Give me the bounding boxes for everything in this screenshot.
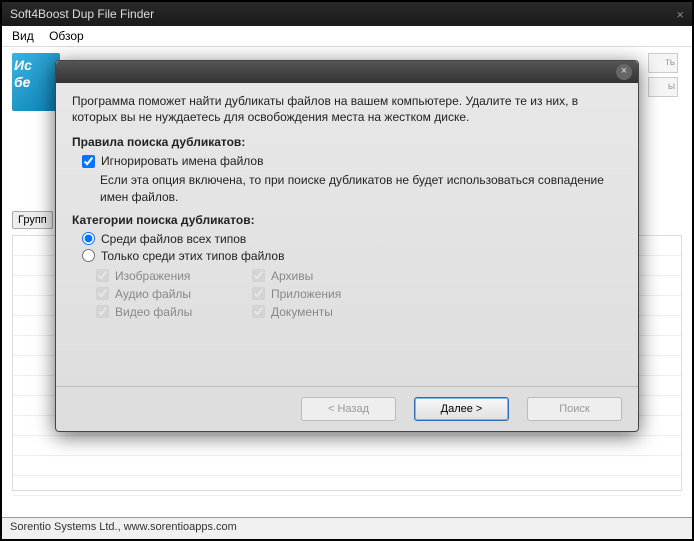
- ft-images: Изображения: [96, 269, 236, 283]
- dialog-close-icon[interactable]: ×: [616, 64, 632, 80]
- group-row: Групп: [12, 211, 53, 229]
- dialog-button-row: < Назад Далее > Поиск: [56, 386, 638, 431]
- radio-all-input[interactable]: [82, 232, 95, 245]
- ft-audio-cb: [96, 287, 109, 300]
- table-row: [13, 436, 681, 456]
- ft-audio: Аудио файлы: [96, 287, 236, 301]
- menu-browse[interactable]: Обзор: [49, 29, 84, 43]
- ft-video-label: Видео файлы: [115, 305, 192, 319]
- menubar: Вид Обзор: [2, 26, 692, 47]
- search-button: Поиск: [527, 397, 622, 421]
- ft-archives-cb: [252, 269, 265, 282]
- ft-video-cb: [96, 305, 109, 318]
- ft-apps: Приложения: [252, 287, 392, 301]
- close-icon[interactable]: ×: [676, 7, 684, 22]
- filetype-grid: Изображения Архивы Аудио файлы Приложени…: [96, 269, 622, 319]
- titlebar: Soft4Boost Dup File Finder ×: [2, 2, 692, 26]
- ft-archives-label: Архивы: [271, 269, 313, 283]
- rules-heading: Правила поиска дубликатов:: [72, 135, 622, 149]
- menu-view[interactable]: Вид: [12, 29, 34, 43]
- dialog-titlebar: ×: [56, 61, 638, 83]
- back-button: < Назад: [301, 397, 396, 421]
- radio-all-label: Среди файлов всех типов: [101, 232, 246, 246]
- ignore-names-checkbox[interactable]: Игнорировать имена файлов: [82, 154, 622, 168]
- ft-images-label: Изображения: [115, 269, 190, 283]
- app-title: Soft4Boost Dup File Finder: [10, 7, 154, 21]
- table-row: [13, 456, 681, 476]
- ft-docs-cb: [252, 305, 265, 318]
- ft-docs: Документы: [252, 305, 392, 319]
- radio-only-input[interactable]: [82, 249, 95, 262]
- ft-audio-label: Аудио файлы: [115, 287, 191, 301]
- ignore-names-label: Игнорировать имена файлов: [101, 154, 263, 168]
- ft-apps-cb: [252, 287, 265, 300]
- radio-only-label: Только среди этих типов файлов: [101, 249, 284, 263]
- ft-video: Видео файлы: [96, 305, 236, 319]
- banner: Ис бе: [12, 53, 60, 111]
- side-toolbar: ть ы: [648, 53, 678, 97]
- ft-apps-label: Приложения: [271, 287, 341, 301]
- ignore-names-input[interactable]: [82, 155, 95, 168]
- banner-text-1: Ис: [14, 57, 58, 74]
- next-button[interactable]: Далее >: [414, 397, 509, 421]
- banner-text-2: бе: [14, 74, 58, 91]
- intro-text: Программа поможет найти дубликаты файлов…: [72, 93, 622, 125]
- statusbar: Sorentio Systems Ltd., www.sorentioapps.…: [2, 517, 692, 539]
- ft-docs-label: Документы: [271, 305, 333, 319]
- side-btn-2[interactable]: ы: [648, 77, 678, 97]
- dialog-body: Программа поможет найти дубликаты файлов…: [56, 83, 638, 386]
- ignore-names-hint: Если эта опция включена, то при поиске д…: [100, 172, 622, 204]
- ft-images-cb: [96, 269, 109, 282]
- categories-heading: Категории поиска дубликатов:: [72, 213, 622, 227]
- radio-all-types[interactable]: Среди файлов всех типов: [82, 232, 622, 246]
- wizard-dialog: × Программа поможет найти дубликаты файл…: [55, 60, 639, 432]
- group-button[interactable]: Групп: [12, 211, 53, 229]
- table-row: [13, 476, 681, 496]
- ft-archives: Архивы: [252, 269, 392, 283]
- radio-only-types[interactable]: Только среди этих типов файлов: [82, 249, 622, 263]
- side-btn-1[interactable]: ть: [648, 53, 678, 73]
